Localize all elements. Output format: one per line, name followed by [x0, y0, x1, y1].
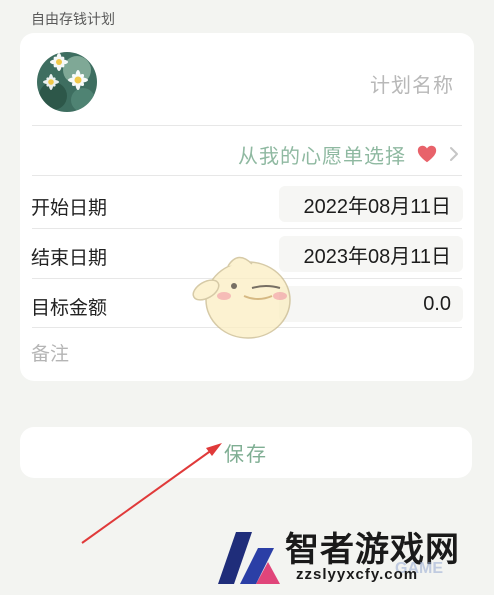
target-amount-input[interactable]: 0.0 [279, 286, 463, 322]
watermark-url: zzslyyxcfy.com [296, 566, 419, 583]
watermark-title: 智者游戏网 [285, 530, 460, 570]
save-button[interactable]: 保存 [20, 427, 472, 478]
save-button-label: 保存 [224, 442, 268, 466]
end-date-picker[interactable]: 2023年08月11日 [279, 236, 463, 272]
plan-avatar-icon[interactable] [37, 52, 97, 112]
divider [32, 278, 462, 279]
plan-name-input[interactable]: 计划名称 [370, 69, 454, 98]
section-title: 自由存钱计划 [31, 12, 115, 28]
divider [32, 228, 462, 229]
chevron-right-icon [450, 147, 458, 161]
start-date-label: 开始日期 [31, 197, 108, 219]
note-input[interactable]: 备注 [31, 339, 69, 366]
divider [32, 327, 462, 328]
divider [32, 175, 462, 176]
target-amount-label: 目标金额 [31, 297, 108, 319]
site-watermark: 智者游戏网 GAME zzslyyxcfy.com [210, 522, 494, 591]
plan-form-card: 计划名称 从我的心愿单选择 开始日期 2022年08月11日 结束日期 2023… [20, 33, 474, 381]
start-date-picker[interactable]: 2022年08月11日 [279, 186, 463, 222]
heart-icon [417, 145, 437, 163]
end-date-label: 结束日期 [31, 247, 108, 269]
wishlist-select-label: 从我的心愿单选择 [238, 143, 406, 168]
wishlist-select-link[interactable]: 从我的心愿单选择 [238, 139, 460, 169]
watermark-game: GAME [395, 560, 443, 577]
watermark-logo-icon [218, 532, 280, 584]
divider [32, 125, 462, 126]
